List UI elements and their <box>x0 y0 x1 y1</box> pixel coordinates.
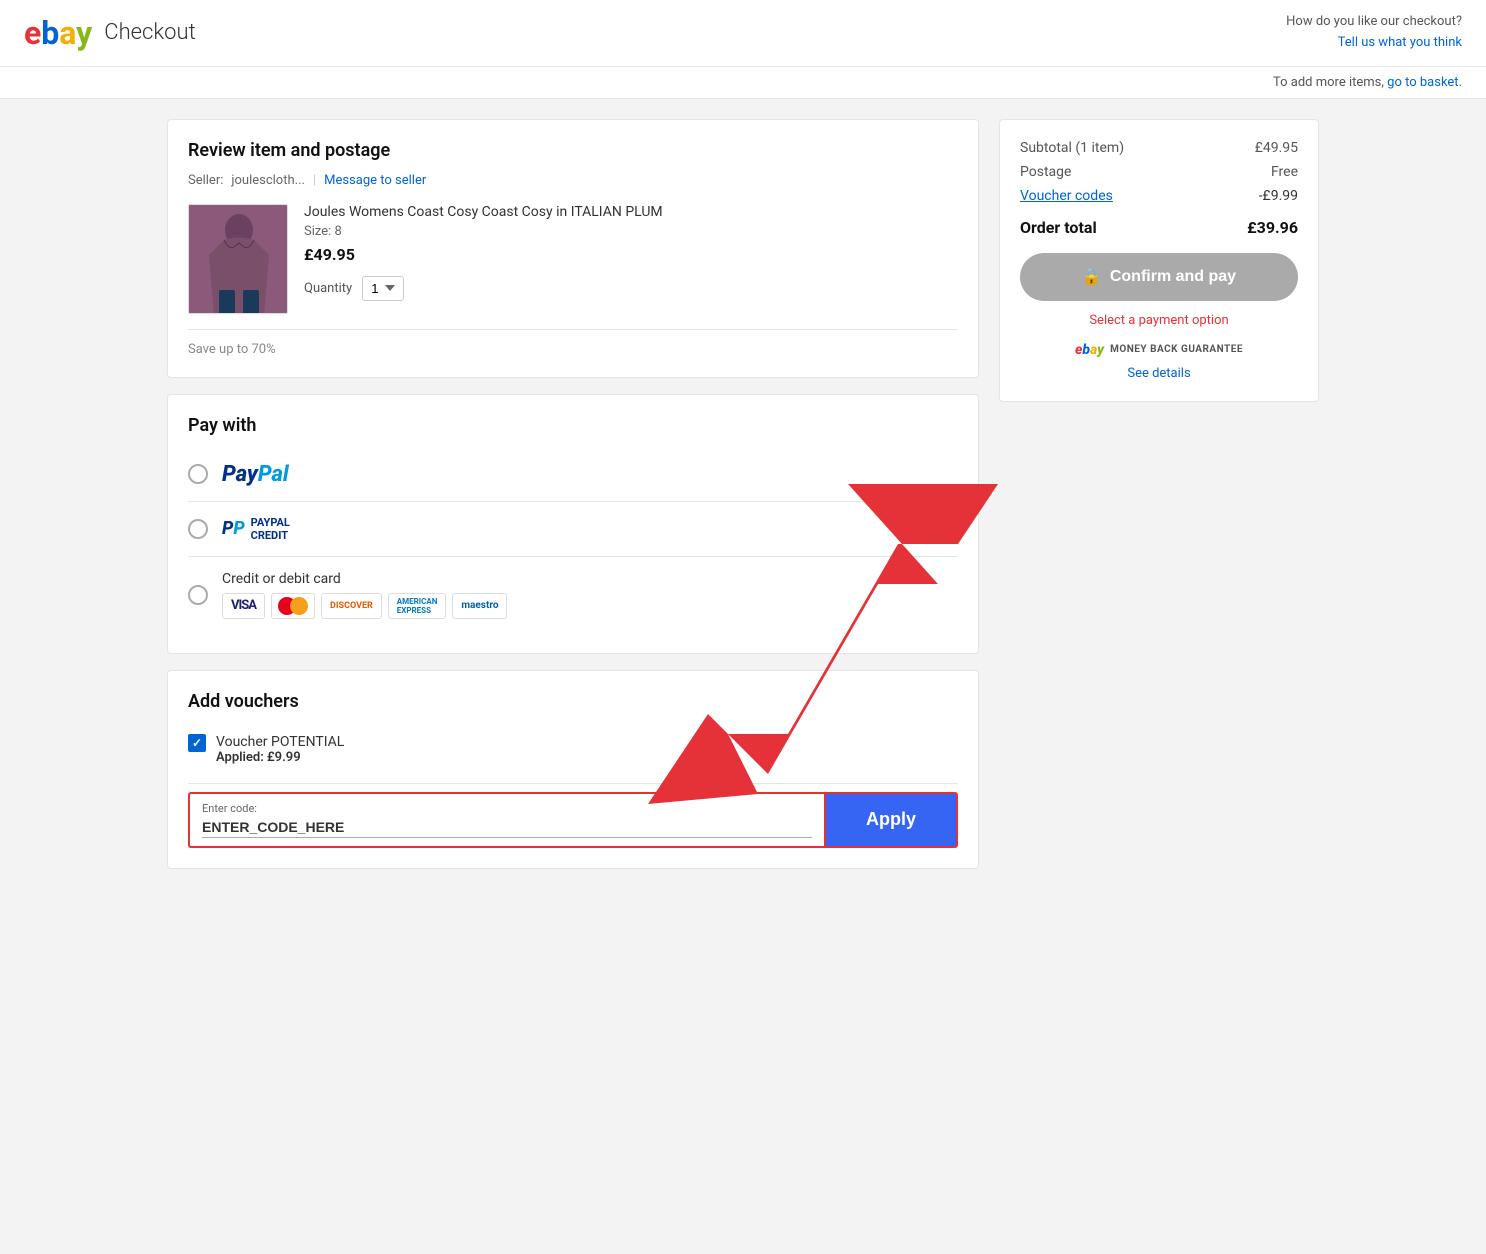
item-size: Size: 8 <box>304 224 958 239</box>
paypal-radio[interactable] <box>188 464 208 484</box>
total-value: £39.96 <box>1247 218 1298 237</box>
feedback-question: How do you like our checkout? <box>1286 12 1462 33</box>
total-label: Order total <box>1020 218 1097 237</box>
subtotal-label: Subtotal (1 item) <box>1020 140 1124 156</box>
quantity-label: Quantity <box>304 281 352 296</box>
money-back-row: ebay MONEY BACK GUARANTEE <box>1020 342 1298 358</box>
seller-name: joulescloth... <box>231 173 305 188</box>
ebay-logo: ebay <box>24 17 92 49</box>
paypal-credit-radio[interactable] <box>188 519 208 539</box>
page-title: Checkout <box>104 20 195 45</box>
feedback-link[interactable]: Tell us what you think <box>1338 35 1462 50</box>
card-radio[interactable] <box>188 585 208 605</box>
logo-y: y <box>76 14 92 52</box>
voucher-code-wrapper: Enter code: <box>188 792 824 848</box>
logo-e: e <box>24 14 41 52</box>
header-feedback: How do you like our checkout? Tell us wh… <box>1286 12 1462 54</box>
card-option[interactable]: Credit or debit card VISA DISCOVER AMERI… <box>188 557 958 633</box>
ebay-mbg-logo: ebay <box>1075 342 1104 358</box>
see-details-link[interactable]: See details <box>1020 366 1298 381</box>
message-seller-link[interactable]: Message to seller <box>324 173 426 188</box>
postage-value: Free <box>1271 164 1298 180</box>
card-label: Credit or debit card <box>222 571 958 587</box>
card-content: Credit or debit card VISA DISCOVER AMERI… <box>222 571 958 619</box>
payment-title: Pay with <box>188 415 958 436</box>
item-row: Joules Womens Coast Cosy Coast Cosy in I… <box>188 204 958 317</box>
voucher-discount-value: -£9.99 <box>1259 188 1298 204</box>
mastercard-icon <box>271 593 315 619</box>
right-column: Subtotal (1 item) £49.95 Postage Free Vo… <box>999 119 1319 402</box>
quantity-row: Quantity 1 2 3 <box>304 276 958 301</box>
voucher-info: Voucher POTENTIAL Applied: £9.99 <box>216 734 344 765</box>
logo-a: a <box>59 14 76 52</box>
voucher-code-label: Enter code: <box>202 802 812 815</box>
payment-required-text: Select a payment option <box>1020 313 1298 328</box>
voucher-checkbox[interactable] <box>188 734 206 752</box>
chevron-down-icon: ∨ <box>946 519 958 538</box>
payment-card: Pay with PayPal PP <box>167 394 979 654</box>
logo-b: b <box>41 14 59 52</box>
voucher-row: Voucher codes -£9.99 <box>1020 188 1298 204</box>
quantity-select[interactable]: 1 2 3 <box>362 276 404 301</box>
lock-icon: 🔒 <box>1082 267 1102 287</box>
save-text: Save up to 70% <box>188 342 958 357</box>
voucher-title: Add vouchers <box>188 691 958 712</box>
voucher-name: Voucher POTENTIAL <box>216 734 344 750</box>
postage-label: Postage <box>1020 164 1071 180</box>
voucher-codes-link[interactable]: Voucher codes <box>1020 188 1113 204</box>
seller-divider: | <box>313 173 316 188</box>
header-left: ebay Checkout <box>24 17 196 49</box>
amex-icon: AMERICANEXPRESS <box>388 593 447 619</box>
card-icons: VISA DISCOVER AMERICANEXPRESS maestro <box>222 593 958 619</box>
paypal-content: PayPal <box>222 462 958 487</box>
paypal-option[interactable]: PayPal <box>188 448 958 502</box>
confirm-pay-label: Confirm and pay <box>1110 268 1236 286</box>
discover-icon: DISCOVER <box>321 593 382 619</box>
item-divider <box>188 329 958 330</box>
subtotal-row: Subtotal (1 item) £49.95 <box>1020 140 1298 156</box>
postage-row: Postage Free <box>1020 164 1298 180</box>
voucher-item: Voucher POTENTIAL Applied: £9.99 <box>188 724 958 775</box>
basket-notice: To add more items, go to basket. <box>0 67 1486 99</box>
paypal-credit-content: PP PayPalCREDIT ∨ <box>222 516 958 542</box>
total-row: Order total £39.96 <box>1020 218 1298 237</box>
paypal-credit-logo: PP PayPalCREDIT <box>222 516 290 542</box>
seller-row: Seller: joulescloth... | Message to sell… <box>188 173 958 188</box>
voucher-applied: Applied: £9.99 <box>216 750 344 765</box>
left-column: Review item and postage Seller: joulescl… <box>167 119 979 869</box>
item-image-inner <box>189 205 287 313</box>
paypal-credit-option[interactable]: PP PayPalCREDIT ∨ <box>188 502 958 557</box>
paypal-logo: PayPal <box>222 462 289 487</box>
item-image <box>188 204 288 314</box>
item-details: Joules Womens Coast Cosy Coast Cosy in I… <box>304 204 958 317</box>
paypal-credit-text: PayPalCREDIT <box>251 516 290 542</box>
voucher-code-input[interactable] <box>202 817 812 838</box>
subtotal-value: £49.95 <box>1255 140 1298 156</box>
item-name: Joules Womens Coast Cosy Coast Cosy in I… <box>304 204 958 220</box>
basket-link[interactable]: go to basket <box>1387 75 1458 90</box>
review-item-card: Review item and postage Seller: joulescl… <box>167 119 979 378</box>
maestro-icon: maestro <box>452 593 507 619</box>
voucher-input-row: Enter code: Apply <box>188 792 958 848</box>
review-item-title: Review item and postage <box>188 140 958 161</box>
pp-icon: PP <box>222 518 245 539</box>
visa-icon: VISA <box>222 593 265 619</box>
money-back-text: MONEY BACK GUARANTEE <box>1110 344 1243 355</box>
voucher-card: Add vouchers Voucher POTENTIAL Applied: … <box>167 670 979 869</box>
header: ebay Checkout How do you like our checko… <box>0 0 1486 67</box>
apply-button[interactable]: Apply <box>824 792 958 848</box>
confirm-pay-button[interactable]: 🔒 Confirm and pay <box>1020 253 1298 301</box>
item-price: £49.95 <box>304 245 958 264</box>
order-summary: Subtotal (1 item) £49.95 Postage Free Vo… <box>999 119 1319 402</box>
voucher-divider <box>188 783 958 784</box>
main-content: Review item and postage Seller: joulescl… <box>143 119 1343 869</box>
seller-label: Seller: <box>188 173 223 188</box>
